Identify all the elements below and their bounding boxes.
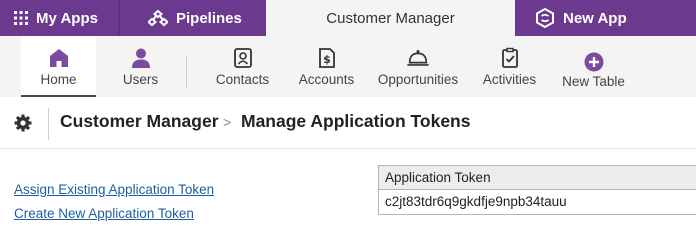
breadcrumb-separator: > (223, 114, 232, 130)
nav-item-home[interactable]: Home (21, 36, 96, 97)
header-divider (48, 108, 49, 140)
page-header: Customer Manager > Manage Application To… (0, 97, 696, 149)
contact-card-icon (231, 46, 255, 70)
application-token-table: Application Token c2jt83tdr6q9gkdfje9npb… (378, 165, 696, 215)
pipelines-tab[interactable]: Pipelines (121, 0, 266, 36)
nav-activities-label: Activities (482, 72, 537, 87)
clipboard-check-icon (498, 46, 522, 70)
top-app-bar: My Apps Pipelines Customer Manager New A… (0, 0, 696, 36)
nav-item-opportunities[interactable]: Opportunities (374, 36, 462, 97)
svg-text:$: $ (323, 53, 331, 66)
breadcrumb-app[interactable]: Customer Manager (60, 111, 219, 132)
home-icon (47, 46, 71, 70)
new-app-tab[interactable]: New App (515, 0, 696, 36)
new-app-label: New App (563, 9, 627, 27)
nav-contacts-label: Contacts (215, 72, 270, 87)
page-title: Manage Application Tokens (241, 111, 471, 131)
user-icon (129, 46, 153, 70)
customer-manager-tab[interactable]: Customer Manager (266, 0, 515, 36)
table-header: Application Token (379, 166, 696, 190)
table-nav-bar: Home Users Contacts $ Accounts Opportuni… (0, 36, 696, 97)
nav-item-users[interactable]: Users (103, 36, 178, 97)
pipelines-label: Pipelines (176, 9, 242, 27)
dollar-document-icon: $ (315, 46, 339, 70)
nav-users-label: Users (122, 72, 159, 87)
pipelines-icon (148, 9, 168, 27)
new-app-icon (535, 8, 555, 28)
nav-opportunities-label: Opportunities (377, 72, 459, 87)
nav-divider (186, 55, 187, 89)
service-bell-icon (406, 46, 430, 70)
nav-home-label: Home (40, 72, 77, 87)
nav-new-table-label: New Table (562, 74, 625, 89)
my-apps-label: My Apps (36, 9, 98, 27)
grid-icon (14, 11, 28, 25)
nav-item-accounts[interactable]: $ Accounts (289, 36, 364, 97)
nav-item-contacts[interactable]: Contacts (205, 36, 280, 97)
assign-existing-token-link[interactable]: Assign Existing Application Token (14, 182, 214, 197)
plus-circle-icon (582, 50, 606, 74)
active-app-label: Customer Manager (326, 9, 455, 27)
nav-accounts-label: Accounts (298, 72, 355, 87)
create-new-token-link[interactable]: Create New Application Token (14, 206, 194, 221)
gear-icon[interactable] (13, 113, 33, 133)
nav-item-new-table[interactable]: New Table (556, 36, 631, 97)
nav-item-activities[interactable]: Activities (472, 36, 547, 97)
token-value-cell: c2jt83tdr6q9gkdfje9npb34tauu (379, 190, 696, 214)
my-apps-tab[interactable]: My Apps (0, 0, 120, 36)
